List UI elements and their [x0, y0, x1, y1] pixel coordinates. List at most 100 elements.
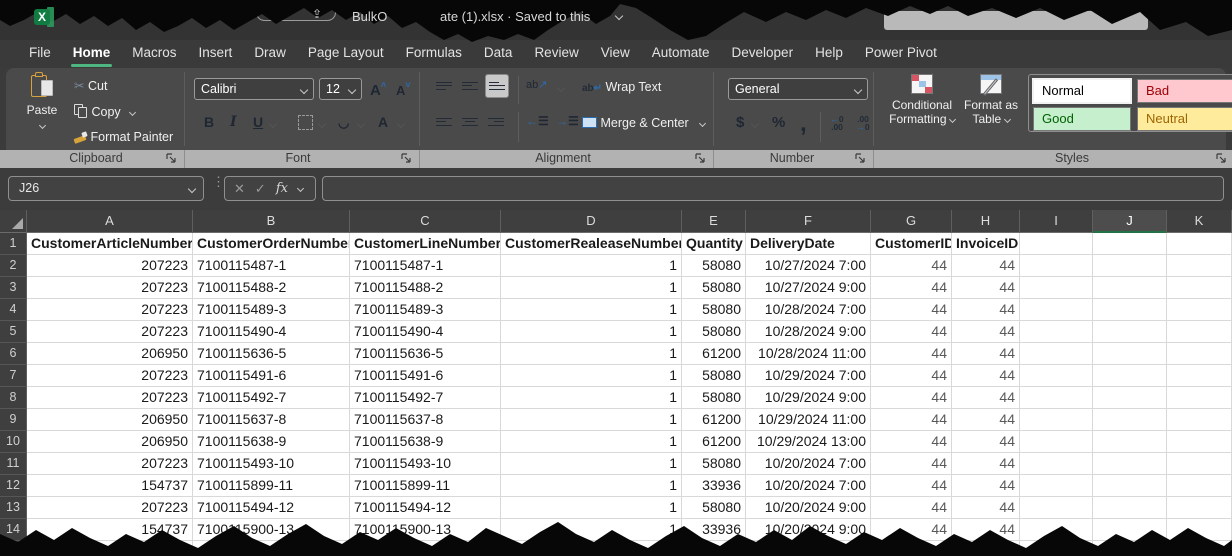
cell-F14[interactable]: 10/20/2024 9:00 [746, 519, 871, 541]
merge-center-button[interactable]: Merge & Center [582, 116, 705, 130]
cell-K15[interactable] [1167, 541, 1232, 556]
cell-E6[interactable]: 61200 [682, 343, 746, 365]
tab-draw[interactable]: Draw [243, 40, 297, 68]
cell-B6[interactable]: 7100115636-5 [193, 343, 350, 365]
cell-K10[interactable] [1167, 431, 1232, 453]
row-header-9[interactable]: 9 [0, 409, 27, 431]
cell-A5[interactable]: 207223 [27, 321, 193, 343]
cell-D3[interactable]: 1 [501, 277, 682, 299]
font-color-chevron-icon[interactable] [397, 120, 405, 128]
cell-C11[interactable]: 7100115493-10 [350, 453, 501, 475]
cell-J1[interactable] [1093, 233, 1167, 255]
cell-I8[interactable] [1020, 387, 1093, 409]
cell-A11[interactable]: 207223 [27, 453, 193, 475]
cell-H4[interactable]: 44 [952, 299, 1020, 321]
cell-D2[interactable]: 1 [501, 255, 682, 277]
cell-A10[interactable]: 206950 [27, 431, 193, 453]
cell-B11[interactable]: 7100115493-10 [193, 453, 350, 475]
cell-I6[interactable] [1020, 343, 1093, 365]
row-header-13[interactable]: 13 [0, 497, 27, 519]
cell-C14[interactable]: 7100115900-13 [350, 519, 501, 541]
cell-A4[interactable]: 207223 [27, 299, 193, 321]
currency-chevron-icon[interactable] [751, 120, 759, 128]
cell-D9[interactable]: 1 [501, 409, 682, 431]
align-left-button[interactable] [436, 116, 452, 128]
cell-G9[interactable]: 44 [871, 409, 952, 431]
row-header-6[interactable]: 6 [0, 343, 27, 365]
cell-A6[interactable]: 206950 [27, 343, 193, 365]
cell-C6[interactable]: 7100115636-5 [350, 343, 501, 365]
underline-button[interactable]: U [253, 114, 263, 130]
font-dialog-launcher-icon[interactable] [401, 153, 412, 164]
cell-I15[interactable] [1020, 541, 1093, 556]
column-header-J[interactable]: J [1093, 210, 1167, 233]
wrap-text-button[interactable]: ab↵ Wrap Text [582, 80, 661, 94]
cell-B3[interactable]: 7100115488-2 [193, 277, 350, 299]
cell-G11[interactable]: 44 [871, 453, 952, 475]
row-header-5[interactable]: 5 [0, 321, 27, 343]
align-middle-button[interactable] [462, 80, 478, 92]
cell-D14[interactable]: 1 [501, 519, 682, 541]
cell-D13[interactable]: 1 [501, 497, 682, 519]
cell-C13[interactable]: 7100115494-12 [350, 497, 501, 519]
tab-insert[interactable]: Insert [188, 40, 244, 68]
cell-J4[interactable] [1093, 299, 1167, 321]
cell-A2[interactable]: 207223 [27, 255, 193, 277]
tab-macros[interactable]: Macros [121, 40, 187, 68]
underline-chevron-icon[interactable] [269, 120, 277, 128]
increase-font-size-button[interactable]: A˄ [370, 80, 386, 99]
cell-E15[interactable] [682, 541, 746, 556]
increase-decimal-button[interactable]: ←0.00 [826, 115, 848, 131]
tab-help[interactable]: Help [804, 40, 854, 68]
alignment-dialog-launcher-icon[interactable] [695, 153, 706, 164]
cell-H8[interactable]: 44 [952, 387, 1020, 409]
cell-E11[interactable]: 58080 [682, 453, 746, 475]
column-header-F[interactable]: F [746, 210, 871, 233]
cell-J3[interactable] [1093, 277, 1167, 299]
cell-J7[interactable] [1093, 365, 1167, 387]
cell-G14[interactable]: 44 [871, 519, 952, 541]
cell-H5[interactable]: 44 [952, 321, 1020, 343]
cell-A8[interactable]: 207223 [27, 387, 193, 409]
cell-B7[interactable]: 7100115491-6 [193, 365, 350, 387]
cell-G4[interactable]: 44 [871, 299, 952, 321]
comma-format-button[interactable]: , [800, 110, 807, 138]
cell-D10[interactable]: 1 [501, 431, 682, 453]
cell-F10[interactable]: 10/29/2024 13:00 [746, 431, 871, 453]
cell-J11[interactable] [1093, 453, 1167, 475]
cell-F9[interactable]: 10/29/2024 11:00 [746, 409, 871, 431]
cell-G12[interactable]: 44 [871, 475, 952, 497]
cell-E10[interactable]: 61200 [682, 431, 746, 453]
title-dropdown-chevron-icon[interactable] [615, 12, 623, 20]
cell-K8[interactable] [1167, 387, 1232, 409]
cell-K9[interactable] [1167, 409, 1232, 431]
cell-K5[interactable] [1167, 321, 1232, 343]
tab-file[interactable]: File [18, 40, 62, 68]
tab-formulas[interactable]: Formulas [395, 40, 473, 68]
cell-D12[interactable]: 1 [501, 475, 682, 497]
cell-K2[interactable] [1167, 255, 1232, 277]
tab-page-layout[interactable]: Page Layout [297, 40, 395, 68]
tab-review[interactable]: Review [523, 40, 589, 68]
cell-K3[interactable] [1167, 277, 1232, 299]
number-format-combo[interactable]: General [728, 78, 868, 100]
tab-view[interactable]: View [590, 40, 641, 68]
cell-B2[interactable]: 7100115487-1 [193, 255, 350, 277]
cell-B8[interactable]: 7100115492-7 [193, 387, 350, 409]
cell-H3[interactable]: 44 [952, 277, 1020, 299]
cell-F1[interactable]: DeliveryDate [746, 233, 871, 255]
cell-A9[interactable]: 206950 [27, 409, 193, 431]
row-header-8[interactable]: 8 [0, 387, 27, 409]
cell-D5[interactable]: 1 [501, 321, 682, 343]
cell-K1[interactable] [1167, 233, 1232, 255]
align-top-button[interactable] [436, 80, 452, 92]
cell-H12[interactable]: 44 [952, 475, 1020, 497]
column-header-I[interactable]: I [1020, 210, 1093, 233]
cell-B4[interactable]: 7100115489-3 [193, 299, 350, 321]
cell-H7[interactable]: 44 [952, 365, 1020, 387]
decrease-font-size-button[interactable]: A˅ [396, 80, 411, 98]
cell-D15[interactable] [501, 541, 682, 556]
cell-K4[interactable] [1167, 299, 1232, 321]
cell-F2[interactable]: 10/27/2024 7:00 [746, 255, 871, 277]
cell-J15[interactable] [1093, 541, 1167, 556]
